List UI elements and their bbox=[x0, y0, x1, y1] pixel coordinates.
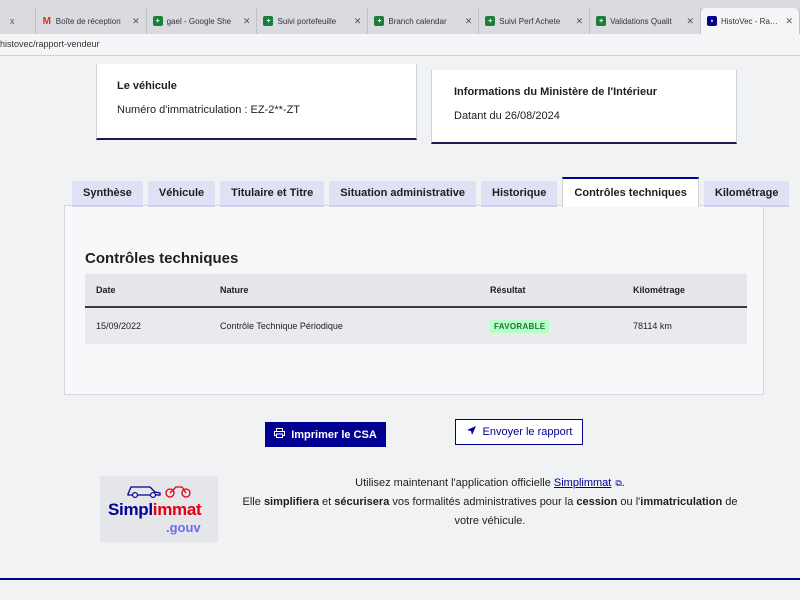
gmail-icon: M bbox=[42, 15, 51, 27]
tab-title: HistoVec - Rappor bbox=[720, 16, 782, 26]
table-row: 15/09/2022 Contrôle Technique Périodique… bbox=[85, 308, 747, 344]
section-heading: Contrôles techniques bbox=[85, 250, 239, 267]
tab-situation-administrative[interactable]: Situation administrative bbox=[329, 181, 476, 207]
print-csa-button[interactable]: Imprimer le CSA bbox=[265, 422, 386, 447]
tab-title: Branch calendar bbox=[388, 16, 447, 26]
browser-tab-sheet[interactable]: + gael - Google She ✕ bbox=[147, 8, 258, 34]
tab-title: Suivi Perf Achete bbox=[499, 16, 561, 26]
table-header: Date Nature Résultat Kilométrage bbox=[85, 274, 747, 308]
sheets-icon: + bbox=[374, 16, 385, 26]
vehicle-card-title: Le véhicule bbox=[117, 80, 177, 92]
close-icon[interactable]: ✕ bbox=[243, 16, 251, 27]
technical-controls-table: Date Nature Résultat Kilométrage 15/09/2… bbox=[85, 274, 747, 344]
browser-tab-sheet[interactable]: + Validations Qualit ✕ bbox=[590, 8, 701, 34]
registration-number: Numéro d'immatriculation : EZ-2**-ZT bbox=[117, 104, 301, 116]
row-date: 15/09/2022 bbox=[96, 321, 142, 331]
section-tabs: Synthèse Véhicule Titulaire et Titre Sit… bbox=[72, 177, 794, 207]
close-icon[interactable]: ✕ bbox=[686, 16, 694, 27]
sheets-icon: + bbox=[263, 16, 274, 26]
flag-icon: ▪ bbox=[706, 16, 717, 26]
row-nature: Contrôle Technique Périodique bbox=[220, 321, 343, 331]
tab-panel: Contrôles techniques Date Nature Résulta… bbox=[64, 205, 764, 395]
sheets-icon: + bbox=[485, 16, 496, 26]
browser-tab-sheet[interactable]: + Suivi Perf Achete ✕ bbox=[479, 8, 591, 34]
promo-line-1: Utilisez maintenant l'application offici… bbox=[355, 477, 625, 489]
tab-title: gael - Google She bbox=[166, 16, 232, 26]
column-header-nature: Nature bbox=[220, 285, 249, 295]
simplimmat-promo: Utilisez maintenant l'application offici… bbox=[240, 474, 740, 531]
browser-tab-histovec[interactable]: ▪ HistoVec - Rappor ✕ bbox=[700, 8, 800, 34]
promo-line-3: votre véhicule. bbox=[454, 515, 526, 527]
close-icon[interactable]: ✕ bbox=[132, 16, 140, 27]
close-icon[interactable]: ✕ bbox=[785, 16, 793, 27]
print-csa-label: Imprimer le CSA bbox=[291, 428, 377, 441]
browser-tab-sheet[interactable]: + Suivi portefeuille ✕ bbox=[257, 8, 369, 34]
tab-title: Validations Qualit bbox=[610, 16, 672, 26]
result-badge: FAVORABLE bbox=[490, 319, 550, 333]
tab-titulaire[interactable]: Titulaire et Titre bbox=[220, 181, 325, 207]
simplimmat-link[interactable]: Simplimmat bbox=[554, 477, 611, 489]
close-icon[interactable]: ✕ bbox=[354, 16, 362, 27]
simplimmat-logo: Simplimmat .gouv bbox=[100, 476, 218, 542]
send-icon bbox=[466, 425, 477, 439]
close-icon[interactable]: ✕ bbox=[465, 16, 473, 27]
sheets-icon: + bbox=[152, 16, 163, 26]
tab-title: Suivi portefeuille bbox=[277, 16, 337, 26]
browser-tabbar: x M Boîte de réception ✕ + gael - Google… bbox=[0, 0, 800, 34]
send-report-button[interactable]: Envoyer le rapport bbox=[455, 419, 583, 445]
sheets-icon: + bbox=[596, 16, 607, 26]
printer-icon bbox=[274, 428, 286, 441]
browser-tab-gmail[interactable]: M Boîte de réception ✕ bbox=[36, 8, 147, 34]
tab-synthese[interactable]: Synthèse bbox=[72, 181, 143, 207]
vehicle-card: Le véhicule Numéro d'immatriculation : E… bbox=[96, 64, 417, 140]
address-bar[interactable]: histovec/rapport-vendeur bbox=[0, 34, 800, 56]
footer-divider bbox=[0, 578, 800, 580]
browser-tab-sheet[interactable]: + Branch calendar ✕ bbox=[368, 8, 480, 34]
close-icon[interactable]: ✕ bbox=[576, 16, 584, 27]
tab-historique[interactable]: Historique bbox=[481, 181, 558, 207]
tab-vehicule[interactable]: Véhicule bbox=[147, 181, 216, 207]
tab-title: Boîte de réception bbox=[55, 16, 121, 26]
tab-controles-techniques[interactable]: Contrôles techniques bbox=[562, 177, 699, 207]
ministry-card-title: Informations du Ministère de l'Intérieur bbox=[454, 86, 658, 98]
logo-wordmark: Simplimmat bbox=[108, 500, 202, 519]
browser-tab[interactable]: x bbox=[0, 8, 36, 34]
send-report-label: Envoyer le rapport bbox=[482, 426, 573, 438]
row-result: FAVORABLE bbox=[479, 319, 622, 333]
tab-kilometrage[interactable]: Kilométrage bbox=[703, 181, 790, 207]
logo-gouv: .gouv bbox=[166, 520, 201, 535]
ministry-date: Datant du 26/08/2024 bbox=[454, 110, 560, 122]
promo-line-2: Elle simplifiera et sécurisera vos forma… bbox=[242, 496, 738, 508]
column-header-mileage: Kilométrage bbox=[633, 285, 686, 295]
row-mileage: 78114 km bbox=[633, 321, 672, 331]
close-icon[interactable]: x bbox=[10, 16, 15, 26]
column-header-date: Date bbox=[96, 285, 116, 295]
column-header-result: Résultat bbox=[490, 285, 526, 295]
ministry-card: Informations du Ministère de l'Intérieur… bbox=[431, 70, 737, 144]
url-text[interactable]: histovec/rapport-vendeur bbox=[0, 39, 100, 49]
page: Le véhicule Numéro d'immatriculation : E… bbox=[0, 56, 800, 600]
